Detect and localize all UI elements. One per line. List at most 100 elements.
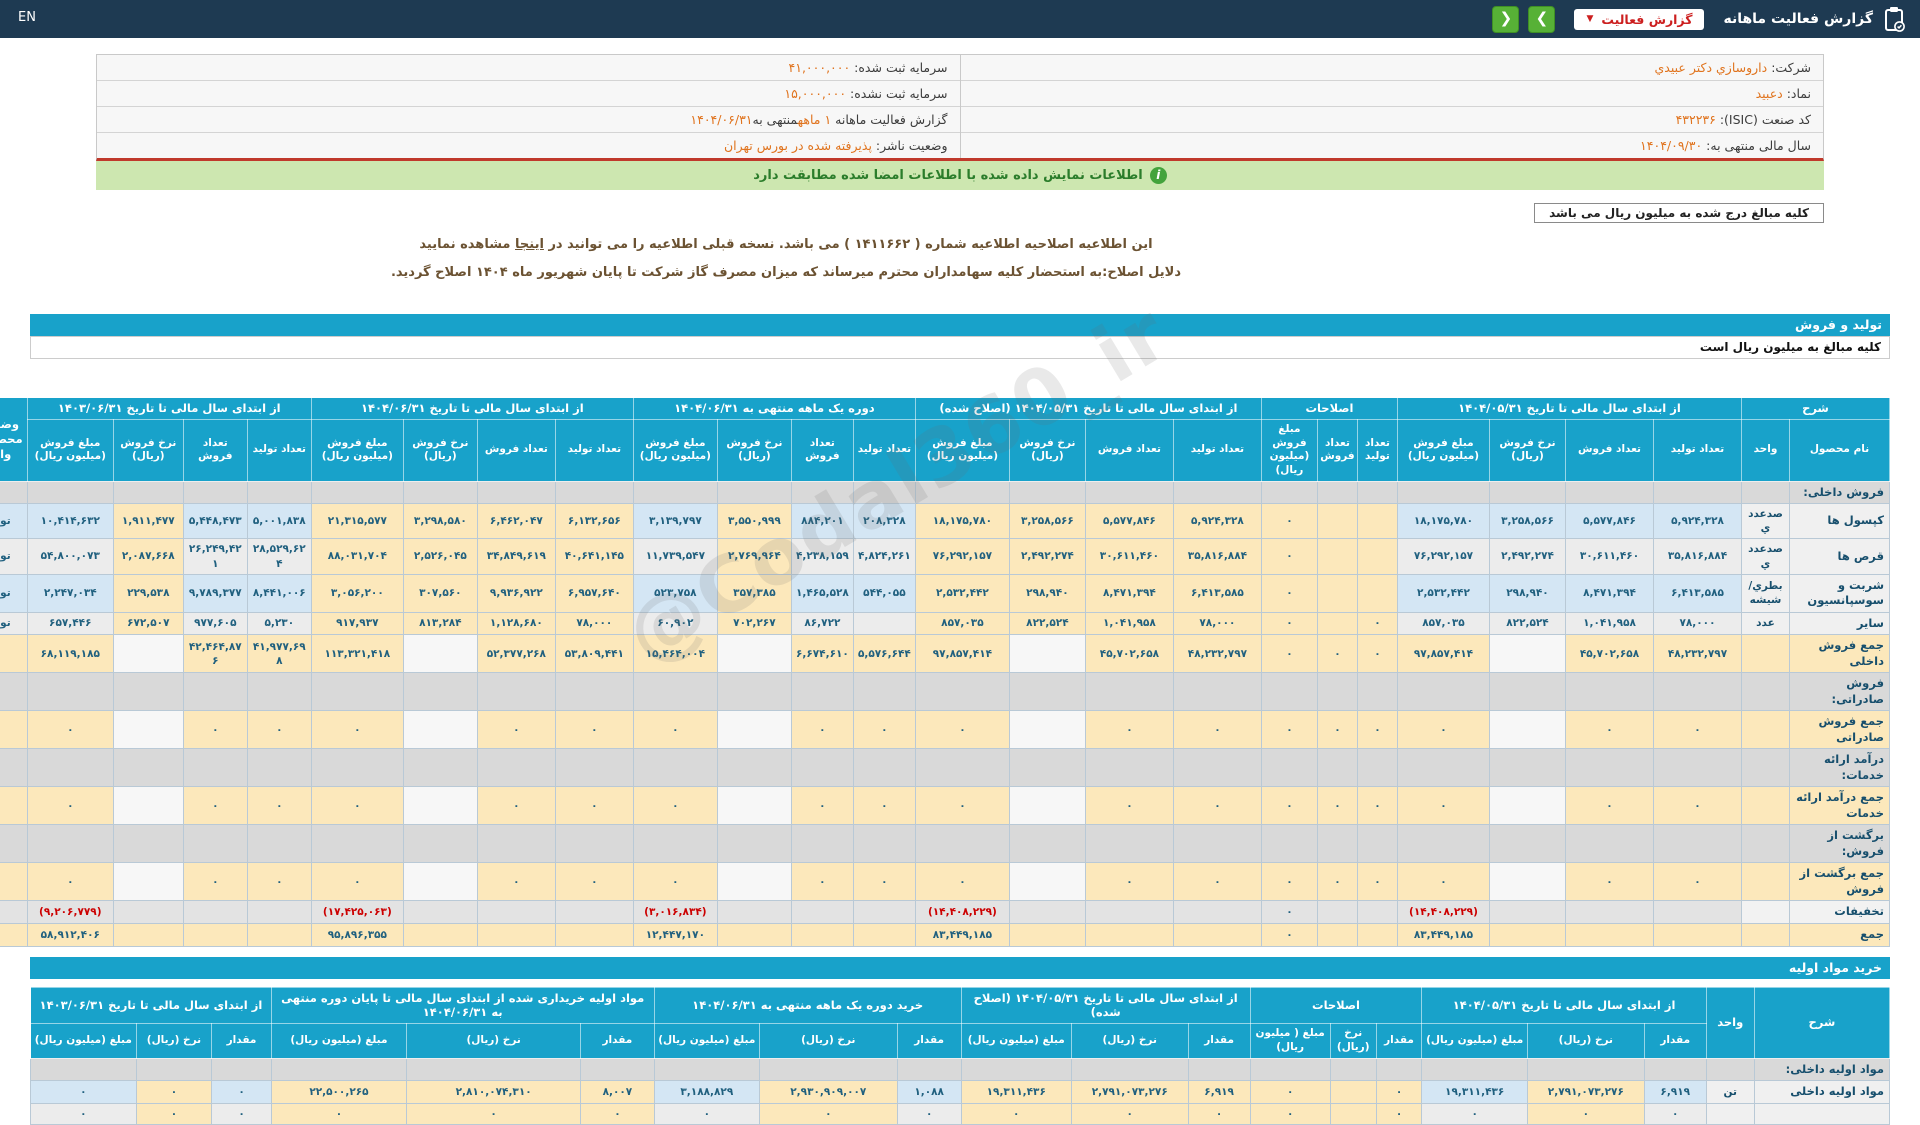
data-cell bbox=[26, 672, 114, 712]
data-cell: ۰ bbox=[1172, 710, 1262, 750]
previous-version-link[interactable]: اینجا bbox=[515, 237, 544, 252]
column-group-header: وضعیت محصول- واحد bbox=[0, 397, 28, 482]
next-report-button[interactable]: ❯ bbox=[1528, 5, 1556, 33]
data-cell bbox=[1488, 710, 1566, 750]
data-cell: ۴۸,۲۳۲,۷۹۷ bbox=[1172, 634, 1262, 674]
data-cell bbox=[554, 900, 634, 924]
info-row: کد صنعت (ISIC): ۴۳۲۲۳۶ bbox=[960, 107, 1823, 133]
amendment-line-2: دلایل اصلاح:به استحضار کلیه سهامداران مح… bbox=[390, 265, 1182, 280]
data-cell bbox=[554, 748, 634, 788]
data-cell bbox=[1652, 824, 1742, 864]
data-cell: ۰ bbox=[1316, 710, 1358, 750]
data-cell: ۲,۷۶۹,۹۶۴ bbox=[716, 538, 792, 575]
data-cell bbox=[1084, 824, 1174, 864]
signature-match-banner: i اطلاعات نمایش داده شده با اطلاعات امضا… bbox=[96, 161, 1824, 190]
column-header: مقدار bbox=[1187, 1023, 1251, 1059]
data-cell bbox=[246, 900, 312, 924]
data-cell: ۰ bbox=[1526, 1102, 1645, 1125]
data-cell: ۰ bbox=[914, 862, 1010, 902]
column-group-header: واحد bbox=[1705, 986, 1755, 1059]
data-cell: ۴۲,۴۶۴,۸۷۶ bbox=[182, 634, 248, 674]
previous-report-button[interactable]: ❮ bbox=[1492, 5, 1520, 33]
info-circle-icon: i bbox=[1149, 167, 1167, 184]
data-cell: ۲,۷۹۱,۰۷۳,۲۷۶ bbox=[1526, 1080, 1645, 1104]
data-cell bbox=[1316, 480, 1358, 505]
column-header: تعداد تولید bbox=[554, 418, 634, 482]
data-cell: ۵,۲۳۰ bbox=[246, 611, 312, 636]
data-cell: ۰ bbox=[852, 786, 916, 826]
data-cell bbox=[1740, 900, 1791, 924]
data-cell: ۰ bbox=[1316, 862, 1358, 902]
data-cell bbox=[1316, 900, 1358, 924]
data-cell: ۰ bbox=[1356, 634, 1398, 674]
column-header: نرخ فروش (ریال) bbox=[1488, 418, 1566, 482]
data-cell bbox=[0, 786, 28, 826]
info-label: سرمایه ثبت نشده: bbox=[846, 86, 948, 101]
language-switch-link[interactable]: EN bbox=[18, 10, 36, 25]
report-type-dropdown[interactable]: گزارش فعالیت ▼ bbox=[1574, 8, 1705, 30]
data-cell bbox=[476, 748, 556, 788]
column-header: مقدار bbox=[1643, 1023, 1707, 1059]
column-header: مبلغ (میلیون ریال) bbox=[653, 1023, 761, 1059]
data-cell bbox=[1008, 710, 1086, 750]
data-cell: ۰ bbox=[1356, 862, 1398, 902]
data-cell: ۵,۰۰۱,۸۳۸ bbox=[246, 503, 312, 540]
clipboard-report-icon bbox=[1882, 6, 1906, 32]
data-cell bbox=[1316, 748, 1358, 788]
data-cell: ۲,۷۹۱,۰۷۳,۲۷۶ bbox=[1070, 1080, 1189, 1104]
info-label: نماد: bbox=[1782, 86, 1811, 101]
data-cell bbox=[1564, 748, 1654, 788]
row-label-cell: فروش داخلی: bbox=[1789, 480, 1890, 505]
data-cell: ۸۸۴,۲۰۱ bbox=[790, 503, 854, 540]
data-cell: ۰ bbox=[1356, 611, 1398, 636]
data-cell bbox=[310, 824, 404, 864]
data-cell: ۹۷۷,۶۰۵ bbox=[182, 611, 248, 636]
data-cell bbox=[1356, 573, 1398, 613]
data-cell bbox=[914, 480, 1010, 505]
data-cell bbox=[1740, 480, 1791, 505]
column-header: تعداد تولید bbox=[1172, 418, 1262, 482]
data-cell: ۶,۴۶۲,۰۴۷ bbox=[476, 503, 556, 540]
data-cell: ۵۲,۳۷۷,۲۶۸ bbox=[476, 634, 556, 674]
data-cell bbox=[310, 480, 404, 505]
info-label: گزارش فعالیت ماهانه bbox=[831, 112, 948, 127]
data-cell: ۱۲,۴۴۷,۱۷۰ bbox=[632, 922, 718, 947]
amendment-notes: این اطلاعیه اصلاحیه اطلاعیه شماره ( ۱۴۱۱… bbox=[36, 237, 1536, 280]
data-cell bbox=[1070, 1057, 1189, 1082]
data-cell: ۰ bbox=[759, 1102, 898, 1125]
data-cell bbox=[112, 900, 184, 924]
data-cell bbox=[852, 922, 916, 947]
data-cell: ۰ bbox=[554, 710, 634, 750]
data-cell bbox=[1488, 672, 1566, 712]
data-cell bbox=[406, 1057, 582, 1082]
data-cell bbox=[1008, 480, 1086, 505]
row-label-cell: جمع فروش داخلی bbox=[1789, 634, 1890, 674]
data-cell bbox=[1316, 503, 1358, 540]
info-row: نماد: دعبيد bbox=[960, 81, 1823, 107]
data-cell: ۰ bbox=[310, 862, 404, 902]
data-cell: ۰ bbox=[1249, 1102, 1331, 1125]
data-cell bbox=[1705, 1057, 1755, 1082]
data-cell bbox=[402, 786, 478, 826]
data-cell: ۴,۸۲۴,۲۶۱ bbox=[852, 538, 916, 575]
column-group-header: از ابتدای سال مالی تا تاریخ ۱۴۰۴/۰۶/۳۱ bbox=[310, 397, 634, 420]
data-cell: ۰ bbox=[270, 1102, 408, 1125]
data-cell: تولید bbox=[0, 611, 28, 636]
data-cell: ۲,۴۹۲,۲۷۴ bbox=[1008, 538, 1086, 575]
info-label: منتهی به bbox=[752, 112, 798, 127]
data-cell: ۰ bbox=[246, 862, 312, 902]
data-cell bbox=[246, 480, 312, 505]
data-cell bbox=[1356, 900, 1398, 924]
info-value: ۱۴۰۴/۰۹/۳۰ bbox=[1640, 138, 1703, 153]
data-cell: (۳,۰۱۶,۸۳۴) bbox=[632, 900, 718, 924]
data-cell: ۰ bbox=[1652, 862, 1742, 902]
column-header: تعداد تولید bbox=[1652, 418, 1742, 482]
data-cell bbox=[852, 824, 916, 864]
data-cell: صدعددي bbox=[1740, 538, 1791, 575]
data-cell: ۲۲,۵۰۰,۲۶۵ bbox=[270, 1080, 408, 1104]
capital-info-column: سرمایه ثبت شده: ۴۱,۰۰۰,۰۰۰ سرمایه ثبت نشد… bbox=[97, 55, 960, 158]
data-cell: ۰ bbox=[632, 710, 718, 750]
column-header: نرخ (ریال) bbox=[1526, 1023, 1645, 1059]
data-cell: ۸۵۷,۰۳۵ bbox=[914, 611, 1010, 636]
data-cell bbox=[1396, 672, 1490, 712]
